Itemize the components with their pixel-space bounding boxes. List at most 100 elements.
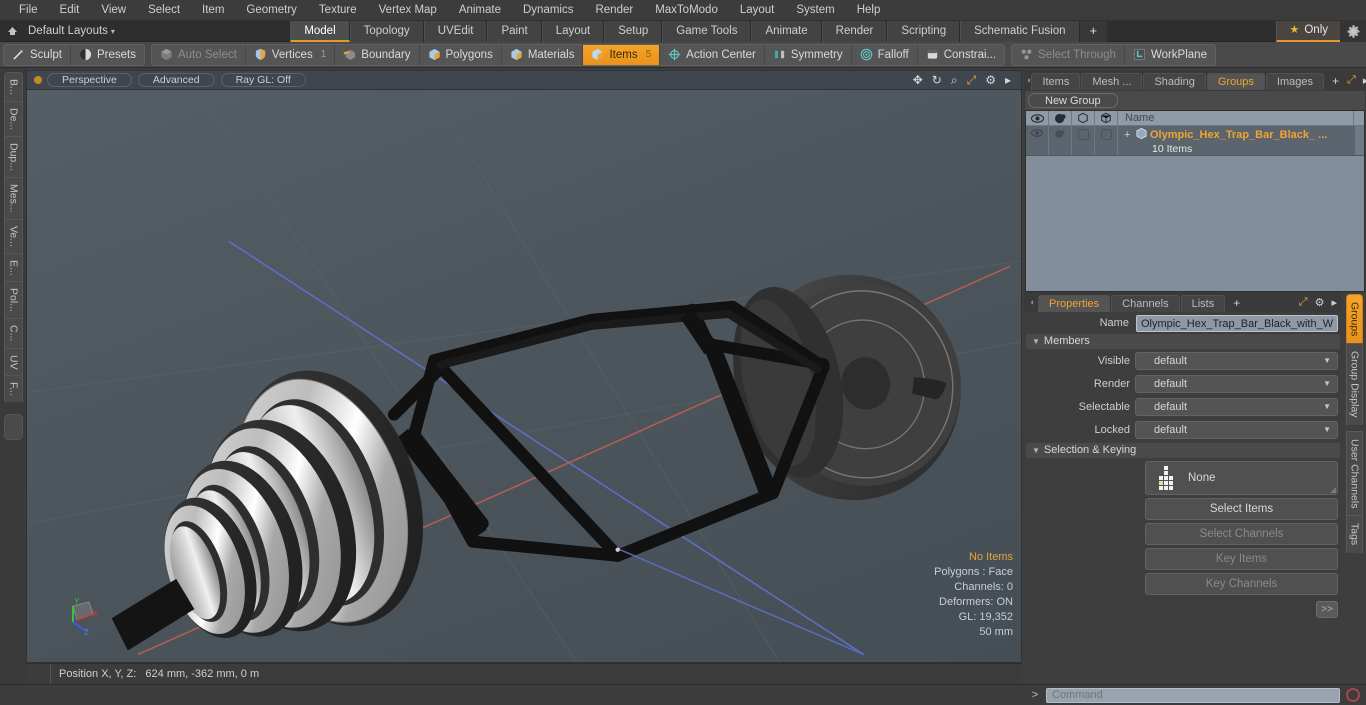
falloff-button[interactable]: Falloff (852, 44, 918, 65)
tab-items[interactable]: Items (1031, 73, 1081, 90)
row-cube-toggle-2[interactable] (1095, 126, 1118, 155)
layout-tab-uvedit[interactable]: UVEdit (423, 20, 488, 42)
menu-maxtomodo[interactable]: MaxToModo (644, 0, 729, 21)
menu-select[interactable]: Select (137, 0, 191, 21)
table-row[interactable]: + Olympic_Hex_Trap_Bar_Black_ ... 10 Ite… (1026, 126, 1364, 156)
expand-icon[interactable]: ⤢ (1347, 74, 1356, 87)
workplane-button[interactable]: WorkPlane (1125, 45, 1215, 65)
left-tab-6[interactable]: Pol... (3, 281, 23, 319)
gear-icon[interactable]: ⚙ (985, 74, 996, 86)
right-subtab-groups[interactable]: Groups (1345, 294, 1363, 344)
symmetry-button[interactable]: Symmetry (765, 44, 852, 65)
viewport-indicator-icon[interactable] (34, 76, 42, 84)
left-tab-strip-endcap[interactable] (3, 414, 23, 441)
layout-tab-setup[interactable]: Setup (604, 20, 663, 42)
column-visibility-eye-icon[interactable] (1026, 110, 1049, 126)
group-list-scrollbar[interactable] (1354, 126, 1364, 155)
properties-menu-icon[interactable]: ◖ (1026, 292, 1038, 312)
action-center-button[interactable]: Action Center (660, 44, 765, 65)
menu-item[interactable]: Item (191, 0, 235, 21)
viewport-shading-selector[interactable]: Advanced (137, 73, 215, 87)
add-layout-tab-button[interactable]: + (1079, 20, 1108, 42)
menu-dynamics[interactable]: Dynamics (512, 0, 584, 21)
3d-viewport[interactable]: Y X Z No Items Polygons : Face Channels:… (26, 89, 1022, 663)
play-icon[interactable]: ▸ (1331, 296, 1337, 309)
layout-tab-paint[interactable]: Paint (487, 20, 542, 42)
layout-tab-model[interactable]: Model (290, 20, 350, 42)
polygons-button[interactable]: Polygons (420, 44, 502, 65)
menu-vertex-map[interactable]: Vertex Map (368, 0, 448, 21)
layout-tab-topology[interactable]: Topology (349, 20, 424, 42)
left-tab-8[interactable]: UV (3, 347, 23, 376)
record-icon[interactable] (1346, 688, 1360, 702)
row-visibility-eye-icon[interactable] (1026, 126, 1049, 155)
selection-preset-button[interactable]: None (1145, 461, 1338, 495)
menu-view[interactable]: View (90, 0, 137, 21)
play-icon[interactable]: ▸ (1005, 74, 1011, 86)
select-channels-button[interactable]: Select Channels (1145, 523, 1338, 545)
menu-file[interactable]: File (8, 0, 49, 21)
selectable-dropdown[interactable]: default ▼ (1135, 397, 1338, 416)
right-subtab-tags[interactable]: Tags (1345, 515, 1363, 553)
add-panel-tab-button[interactable]: + (1325, 73, 1346, 90)
row-render-icon[interactable] (1049, 126, 1072, 155)
sculpt-button[interactable]: Sculpt (4, 44, 71, 65)
column-cube-icon[interactable] (1072, 110, 1095, 126)
presets-button[interactable]: Presets (71, 45, 144, 65)
fit-icon[interactable]: ⤢ (967, 74, 977, 86)
add-properties-tab-button[interactable]: + (1226, 295, 1247, 312)
members-section-header[interactable]: ▼ Members (1026, 334, 1340, 349)
layout-tab-layout[interactable]: Layout (541, 20, 605, 42)
right-subtab-group-display[interactable]: Group Display (1345, 343, 1363, 425)
move-icon[interactable]: ✥ (913, 74, 923, 86)
boundary-button[interactable]: Boundary (335, 44, 420, 65)
menu-render[interactable]: Render (584, 0, 644, 21)
menu-edit[interactable]: Edit (49, 0, 91, 21)
tab-shading[interactable]: Shading (1143, 73, 1206, 90)
viewport-raygl-selector[interactable]: Ray GL: Off (220, 73, 306, 87)
tab-lists[interactable]: Lists (1180, 295, 1226, 312)
layout-tab-animate[interactable]: Animate (751, 20, 822, 42)
zoom-icon[interactable]: ⌕ (951, 74, 958, 86)
tab-groups[interactable]: Groups (1206, 73, 1265, 90)
menu-layout[interactable]: Layout (729, 0, 786, 21)
expand-icon[interactable]: ⤢ (1299, 296, 1308, 309)
layout-tab-scripting[interactable]: Scripting (887, 20, 961, 42)
rotate-icon[interactable]: ↻ (932, 74, 942, 86)
left-tab-5[interactable]: E... (3, 252, 23, 282)
menu-geometry[interactable]: Geometry (235, 0, 308, 21)
right-subtab-user-channels[interactable]: User Channels (1345, 430, 1363, 516)
home-icon[interactable] (0, 21, 24, 42)
tab-channels[interactable]: Channels (1111, 295, 1180, 312)
tab-mesh[interactable]: Mesh ... (1081, 73, 1143, 90)
expand-toggle-icon[interactable]: + (1124, 129, 1133, 141)
selection-keying-section-header[interactable]: ▼ Selection & Keying (1026, 443, 1340, 458)
constraint-button[interactable]: Constrai... (918, 45, 1004, 65)
menu-help[interactable]: Help (846, 0, 892, 21)
render-dropdown[interactable]: default ▼ (1135, 374, 1338, 393)
key-channels-button[interactable]: Key Channels (1145, 573, 1338, 595)
row-name-cell[interactable]: + Olympic_Hex_Trap_Bar_Black_ ... 10 Ite… (1118, 126, 1354, 155)
layout-tab-game-tools[interactable]: Game Tools (662, 20, 752, 42)
left-tab-3[interactable]: Mes... (3, 176, 23, 219)
select-through-button[interactable]: Select Through (1012, 44, 1125, 65)
left-tab-2[interactable]: Dup... (3, 135, 23, 177)
left-tab-1[interactable]: De... (3, 100, 23, 136)
new-group-button[interactable]: New Group (1028, 93, 1118, 108)
column-cube-outline-icon[interactable] (1095, 110, 1118, 126)
name-field[interactable]: Olympic_Hex_Trap_Bar_Black_with_W (1135, 314, 1338, 332)
row-cube-toggle-1[interactable] (1072, 126, 1095, 155)
visible-dropdown[interactable]: default ▼ (1135, 351, 1338, 370)
select-items-button[interactable]: Select Items (1145, 498, 1338, 520)
command-input[interactable] (1046, 687, 1340, 703)
layout-tab-render[interactable]: Render (821, 20, 888, 42)
tab-images[interactable]: Images (1265, 73, 1324, 90)
left-tab-4[interactable]: Ve... (3, 218, 23, 253)
menu-animate[interactable]: Animate (448, 0, 512, 21)
vertices-button[interactable]: Vertices 1 (246, 44, 336, 65)
left-tab-9[interactable]: F... (3, 375, 23, 403)
tab-properties[interactable]: Properties (1038, 295, 1111, 312)
left-tab-7[interactable]: C... (3, 318, 23, 348)
auto-select-button[interactable]: Auto Select (152, 44, 246, 65)
layout-gear-icon[interactable] (1340, 20, 1366, 42)
